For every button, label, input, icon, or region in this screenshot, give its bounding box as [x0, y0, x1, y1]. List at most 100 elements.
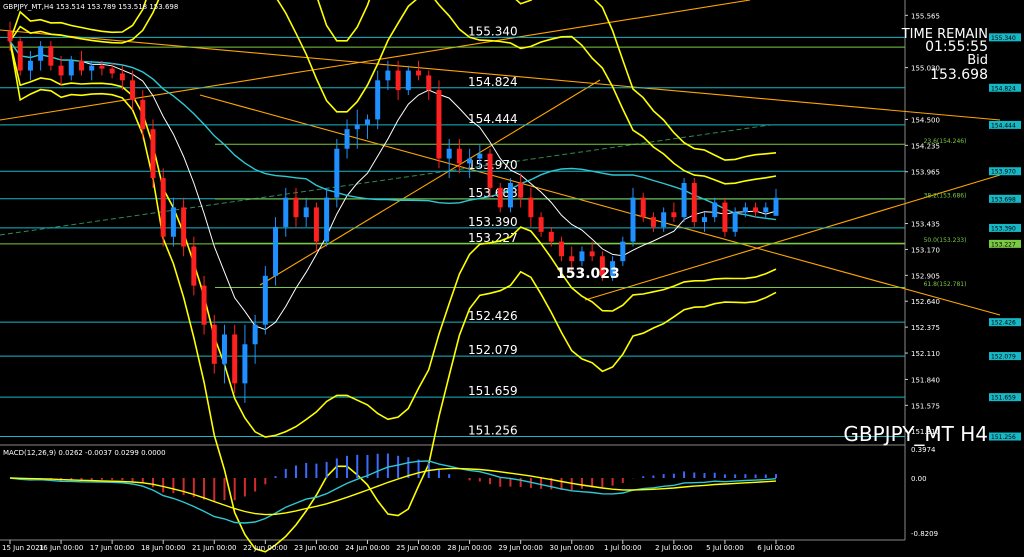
- candle-body-33: [344, 129, 350, 149]
- candle-body-38: [395, 70, 401, 91]
- candle-body-0: [7, 31, 13, 42]
- time-tick-10: 29 Jun 00:00: [498, 544, 542, 552]
- levels-layer: 155.340 155.340154.824 154.824154.444154.4…: [0, 24, 1021, 441]
- candle-body-3: [38, 46, 44, 61]
- time-tick-12: 1 Jul 00:00: [604, 544, 642, 552]
- candle-body-5: [58, 65, 64, 76]
- fibo-label-1: 38.2(153.686): [924, 192, 967, 199]
- candle-body-8: [89, 65, 95, 71]
- candle-body-75: [773, 197, 779, 216]
- time-tick-13: 2 Jul 00:00: [655, 544, 693, 552]
- macd-tick-1: 0.00: [911, 475, 927, 483]
- candle-body-7: [78, 60, 84, 71]
- candle-body-29: [303, 207, 309, 218]
- candle-body-48: [497, 187, 503, 208]
- bid-value: 153.698: [930, 67, 988, 83]
- time-tick-7: 24 Jun 00:00: [345, 544, 389, 552]
- candle-body-60: [620, 241, 626, 262]
- candle-body-42: [436, 90, 442, 159]
- candle-body-10: [109, 68, 115, 74]
- candle-body-31: [324, 197, 330, 242]
- price-tick-4: 153.965: [911, 169, 940, 177]
- bollinger-bands-layer: [9, 0, 777, 553]
- candle-body-32: [334, 148, 340, 198]
- candle-body-19: [201, 285, 207, 325]
- candle-body-44: [456, 148, 462, 164]
- time-tick-1: 16 Jun 00:00: [39, 544, 83, 552]
- level-tag-8: 152.426: [991, 320, 1016, 327]
- time-tick-11: 30 Jun 00:00: [549, 544, 593, 552]
- trendline-0: [0, 0, 751, 121]
- time-tick-0: 15 Jun 2021: [2, 544, 44, 552]
- candle-body-66: [681, 182, 687, 218]
- candle-body-17: [181, 207, 187, 247]
- candle-body-25: [262, 275, 268, 325]
- candle-body-40: [416, 70, 422, 76]
- price-tick-9: 152.375: [911, 324, 940, 332]
- candle-body-18: [191, 246, 197, 286]
- candle-body-11: [119, 73, 125, 81]
- price-tick-3: 154.235: [911, 142, 940, 150]
- candle-body-36: [375, 80, 381, 120]
- price-tick-10: 152.110: [911, 350, 940, 358]
- candle-body-15: [160, 178, 166, 237]
- candle-body-35: [364, 119, 370, 125]
- candle-body-64: [661, 212, 667, 227]
- candle-body-28: [293, 197, 299, 218]
- macd-tick-2: -0.8209: [911, 530, 938, 538]
- candle-body-47: [487, 153, 493, 188]
- price-tick-12: 151.575: [911, 402, 940, 410]
- candle-body-43: [446, 148, 452, 159]
- level-label-0: 155.340: [468, 24, 518, 38]
- time-tick-8: 25 Jun 00:00: [396, 544, 440, 552]
- candle-body-9: [99, 65, 105, 69]
- fibo-label-2: 50.0(153.233): [924, 237, 967, 244]
- candle-body-41: [426, 75, 432, 91]
- grid-layer: [0, 0, 906, 541]
- level-tag-2: 154.824: [991, 85, 1016, 92]
- candle-body-20: [211, 324, 217, 364]
- price-tick-7: 152.905: [911, 272, 940, 280]
- candle-body-34: [354, 124, 360, 130]
- time-tick-15: 6 Jul 00:00: [757, 544, 795, 552]
- symbol-label: GBPJPY_MT H4: [843, 422, 988, 446]
- candle-body-13: [140, 99, 146, 130]
- low-price-marker: 153.023: [556, 266, 620, 282]
- time-tick-5: 22 Jun 00:00: [243, 544, 287, 552]
- candle-body-55: [569, 256, 575, 262]
- candle-body-4: [48, 46, 54, 66]
- level-label-6: 153.390: [468, 215, 518, 229]
- time-axis: 15 Jun 202116 Jun 00:00 17 Jun 00:00 18 Ju…: [2, 540, 795, 552]
- macd-line: [9, 460, 777, 524]
- level-label-11: 151.256: [468, 424, 518, 438]
- trendline-2: [199, 94, 1001, 316]
- macd-label: MACD(12,26,9) 0.0262 -0.0037 0.0299 0.00…: [3, 449, 166, 457]
- candle-body-73: [753, 207, 759, 213]
- price-tick-0: 155.565: [911, 12, 940, 20]
- level-tag-7: 153.227: [991, 241, 1016, 248]
- price-tick-2: 154.500: [911, 116, 940, 124]
- level-tag-3: 154.444: [991, 122, 1016, 129]
- candle-body-61: [630, 197, 636, 242]
- candle-body-23: [242, 344, 248, 384]
- level-label-9: 152.079: [468, 343, 518, 357]
- price-tick-11: 151.840: [911, 376, 940, 384]
- candle-body-2: [27, 60, 33, 71]
- level-tag-10: 151.659: [991, 395, 1016, 402]
- macd-signal-line: [9, 467, 777, 516]
- level-tag-11: 151.256: [991, 434, 1016, 441]
- time-tick-2: 17 Jun 00:00: [90, 544, 134, 552]
- candle-body-27: [283, 197, 289, 227]
- level-label-2: 154.824: [468, 75, 518, 89]
- level-tag-4: 153.970: [991, 169, 1016, 176]
- bollinger-upper-20: [9, 0, 777, 185]
- level-tag-5: 153.698: [991, 196, 1016, 203]
- moving-average-fast: [9, 40, 777, 331]
- candle-body-71: [732, 212, 738, 232]
- level-tag-6: 153.390: [991, 225, 1016, 232]
- price-chart[interactable]: 155.340 155.340154.824 154.824154.444154.4…: [0, 0, 1024, 553]
- macd-panel: 0.3974 0.00 -0.8209: [9, 446, 938, 538]
- time-tick-6: 23 Jun 00:00: [294, 544, 338, 552]
- level-tag-9: 152.079: [991, 354, 1016, 361]
- candle-body-30: [313, 207, 319, 242]
